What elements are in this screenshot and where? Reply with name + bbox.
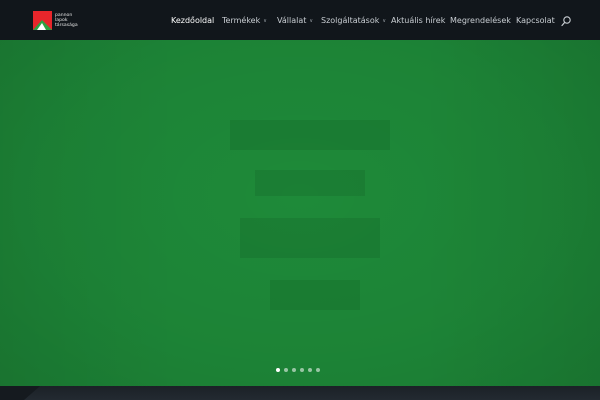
nav-item-vallalat[interactable]: Vállalat ∨ bbox=[277, 16, 313, 25]
site-header: pannon lapok társasága Kezdőoldal Termék… bbox=[0, 0, 600, 40]
nav-item-label: Vállalat bbox=[277, 16, 307, 25]
logo-text: pannon lapok társasága bbox=[55, 12, 78, 28]
slider-dot[interactable] bbox=[300, 368, 304, 372]
nav-item-szolgaltatasok[interactable]: Szolgáltatások ∨ bbox=[321, 16, 386, 25]
search-icon[interactable] bbox=[560, 14, 572, 27]
next-section bbox=[0, 386, 600, 400]
slider-dot[interactable] bbox=[308, 368, 312, 372]
nav-item-aktualis-hirek[interactable]: Aktuális hírek bbox=[391, 16, 445, 25]
slider-dot[interactable] bbox=[284, 368, 288, 372]
chevron-down-icon: ∨ bbox=[382, 17, 387, 24]
chevron-down-icon: ∨ bbox=[309, 17, 314, 24]
chevron-down-icon: ∨ bbox=[263, 17, 267, 24]
nav-item-kezdooldal[interactable]: Kezdőoldal bbox=[171, 16, 214, 25]
hero-slider[interactable] bbox=[0, 40, 600, 386]
nav-item-label: Megrendelések bbox=[450, 16, 511, 25]
logo[interactable]: pannon lapok társasága bbox=[33, 9, 83, 31]
nav-item-label: Termékek bbox=[222, 16, 261, 25]
nav-item-label: Kezdőoldal bbox=[171, 16, 215, 25]
nav-item-label: Kapcsolat bbox=[516, 16, 555, 25]
slider-dot[interactable] bbox=[316, 368, 320, 372]
nav-item-label: Szolgáltatások bbox=[321, 16, 380, 25]
logo-mark-icon bbox=[33, 10, 52, 30]
slider-pagination bbox=[276, 368, 320, 372]
nav-item-kapcsolat[interactable]: Kapcsolat bbox=[516, 16, 555, 25]
hero-background-graphic bbox=[230, 120, 390, 310]
slider-dot[interactable] bbox=[292, 368, 296, 372]
nav-item-termekek[interactable]: Termékek ∨ bbox=[222, 16, 267, 25]
nav-item-label: Aktuális hírek bbox=[391, 16, 446, 25]
slider-dot[interactable] bbox=[276, 368, 280, 372]
section-decoration bbox=[0, 386, 40, 400]
nav-item-megrendelesek[interactable]: Megrendelések bbox=[450, 16, 511, 25]
